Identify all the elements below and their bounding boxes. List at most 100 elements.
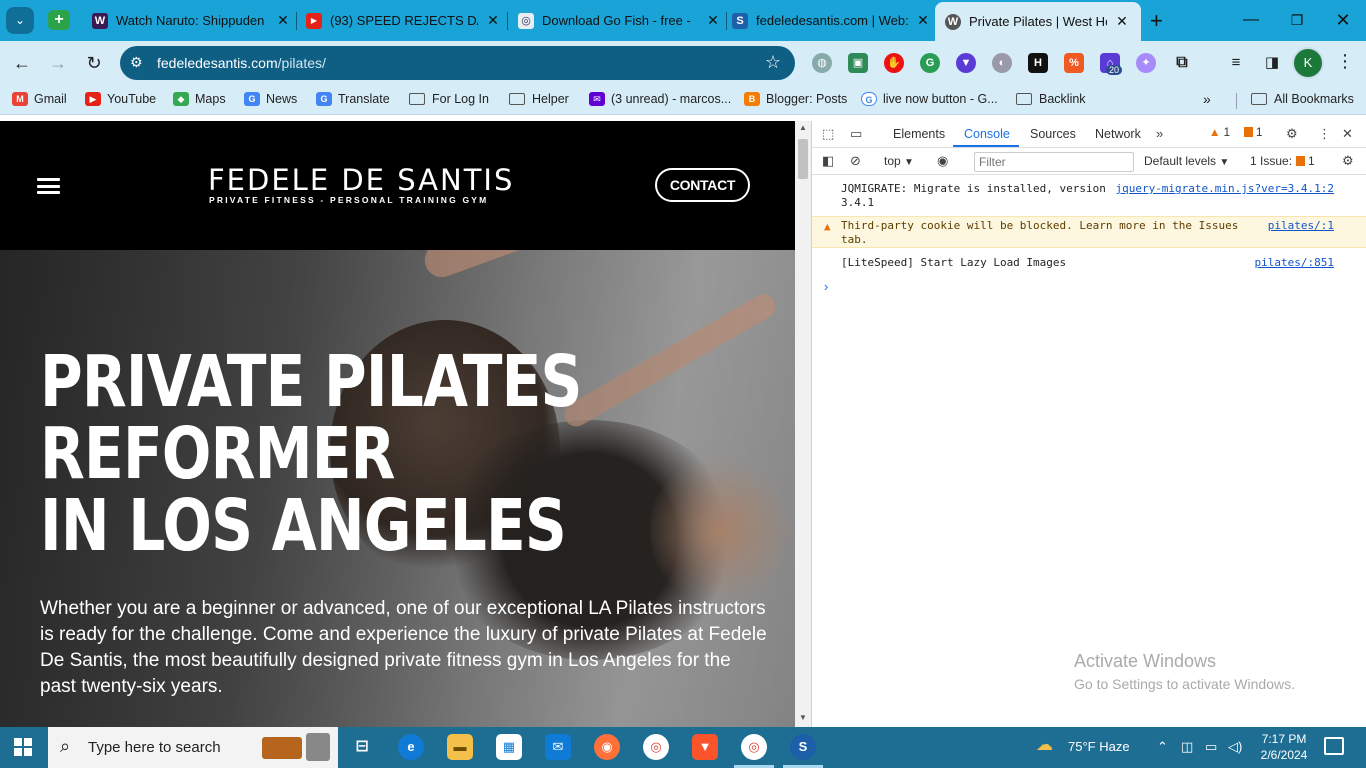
scroll-down-arrow-icon[interactable]: ▼ xyxy=(799,713,807,722)
restore-icon[interactable]: ❐ xyxy=(1274,0,1320,41)
bookmark-star-icon[interactable]: ☆ xyxy=(765,52,781,73)
bookmark-folder-for-log-in[interactable]: For Log In xyxy=(409,92,489,106)
network-icon[interactable]: ▭ xyxy=(1205,739,1217,755)
taskbar-search-box[interactable]: ⌕ Type here to search xyxy=(48,727,338,768)
site-logo-title[interactable]: FEDELE DE SANTIS xyxy=(208,163,514,197)
tab-search-button[interactable]: ⌄ xyxy=(6,7,34,34)
close-devtools-icon[interactable]: ✕ xyxy=(1342,126,1353,142)
puzzle-extensions-icon[interactable]: ⧉ xyxy=(1172,53,1192,73)
mail-icon[interactable]: ✉ xyxy=(545,734,571,760)
device-toolbar-icon[interactable]: ▭ xyxy=(850,126,862,142)
back-arrow-icon[interactable]: ← xyxy=(10,51,34,75)
tab-console[interactable]: Console xyxy=(964,127,1010,141)
bookmark-translate[interactable]: G Translate xyxy=(316,92,390,106)
bookmark-google-search[interactable]: Glive now button - G... xyxy=(861,92,998,106)
all-bookmarks-folder[interactable]: All Bookmarks xyxy=(1251,92,1354,106)
bookmark-gmail[interactable]: M Gmail xyxy=(12,92,67,106)
weather-icon[interactable]: ☁ xyxy=(1036,735,1053,755)
globe-extension-icon[interactable]: ◍ xyxy=(812,53,832,73)
tab-go-fish[interactable]: ◎ Download Go Fish - free - ✕ xyxy=(518,6,722,35)
console-source-link[interactable]: jquery-migrate.min.js?ver=3.4.1:2 xyxy=(1115,182,1334,196)
grammarly-icon[interactable]: G xyxy=(920,53,940,73)
tab-sources[interactable]: Sources xyxy=(1030,127,1076,141)
reload-icon[interactable]: ↻ xyxy=(82,51,106,75)
address-bar[interactable]: ⚙ fedeledesantis.com/pilates/ ☆ xyxy=(120,46,795,80)
bookmark-folder-backlink[interactable]: Backlink xyxy=(1016,92,1086,106)
contact-button[interactable]: CONTACT xyxy=(655,168,750,202)
page-scrollbar[interactable]: ▲ ▼ xyxy=(795,121,811,727)
close-tab-icon[interactable]: ✕ xyxy=(274,12,292,29)
bookmark-blogger[interactable]: B Blogger: Posts xyxy=(744,92,847,106)
extension-icon[interactable]: ◐ xyxy=(992,53,1012,73)
weather-text[interactable]: 75°F Haze xyxy=(1068,739,1130,754)
console-filter-input[interactable] xyxy=(974,152,1134,172)
forward-arrow-icon[interactable]: → xyxy=(46,51,70,75)
log-levels-dropdown[interactable]: Default levels ▼ xyxy=(1144,154,1229,168)
scrollbar-thumb[interactable] xyxy=(798,139,808,179)
console-prompt-chevron-icon[interactable]: › xyxy=(824,279,828,294)
live-expression-eye-icon[interactable]: ◉ xyxy=(937,153,948,169)
tab-youtube[interactable]: ▶ (93) SPEED REJECTS DATE ✕ xyxy=(306,6,502,35)
close-tab-icon[interactable]: ✕ xyxy=(484,12,502,29)
context-selector[interactable]: top ▼ xyxy=(884,154,914,168)
firefox-icon[interactable]: ◉ xyxy=(594,734,620,760)
clear-console-icon[interactable]: ⊘ xyxy=(850,153,861,169)
tab-private-pilates[interactable]: W Private Pilates | West Holly ✕ xyxy=(935,2,1141,41)
file-explorer-icon[interactable]: ▬ xyxy=(447,734,473,760)
bookmark-youtube[interactable]: ▶ YouTube xyxy=(85,92,156,106)
tab-elements[interactable]: Elements xyxy=(893,127,945,141)
console-source-link[interactable]: pilates/:851 xyxy=(1255,256,1334,270)
issues-count-badge[interactable]: 1 xyxy=(1244,127,1262,139)
console-settings-gear-icon[interactable]: ⚙ xyxy=(1342,153,1354,169)
shield-extension-icon[interactable]: ▼ xyxy=(956,53,976,73)
issues-link[interactable]: 1 Issue: 1 xyxy=(1250,154,1315,168)
more-tabs-chevron-icon[interactable]: » xyxy=(1156,126,1163,141)
extension-h-icon[interactable]: H xyxy=(1028,53,1048,73)
skype-icon[interactable]: S xyxy=(790,734,816,760)
close-window-icon[interactable]: ✕ xyxy=(1320,0,1366,41)
browser-menu-icon[interactable]: ⋮ xyxy=(1336,51,1354,72)
devtools-settings-gear-icon[interactable]: ⚙ xyxy=(1286,126,1298,142)
tab-group-icon[interactable]: + xyxy=(48,10,70,30)
tab-fedeledesantis-web[interactable]: S fedeledesantis.com | Web: ✕ xyxy=(732,6,932,35)
bookmark-maps[interactable]: ◆ Maps xyxy=(173,92,226,106)
extension-icon[interactable]: ✦ xyxy=(1136,53,1156,73)
notification-center-icon[interactable] xyxy=(1324,737,1344,755)
bookmark-news[interactable]: G News xyxy=(244,92,297,106)
side-panel-icon[interactable]: ◨ xyxy=(1262,53,1282,73)
more-bookmarks-chevron-icon[interactable]: » xyxy=(1203,91,1211,107)
tab-network[interactable]: Network xyxy=(1095,127,1141,141)
bookmark-folder-helper[interactable]: Helper xyxy=(509,92,569,106)
task-view-icon[interactable]: ⊟ xyxy=(349,734,375,760)
windows-start-icon[interactable] xyxy=(14,738,32,756)
new-tab-button[interactable]: + xyxy=(1150,8,1163,34)
volume-icon[interactable]: ◁) xyxy=(1228,739,1242,755)
adblock-icon[interactable]: ✋ xyxy=(884,53,904,73)
extension-icon[interactable]: ▣ xyxy=(848,53,868,73)
console-source-link[interactable]: pilates/:1 xyxy=(1268,219,1334,233)
close-tab-icon[interactable]: ✕ xyxy=(1113,13,1131,30)
warnings-count-badge[interactable]: ▲ 1 xyxy=(1209,127,1230,139)
media-control-icon[interactable]: ≡ xyxy=(1226,53,1246,73)
scroll-up-arrow-icon[interactable]: ▲ xyxy=(799,123,807,132)
minimize-icon[interactable]: — xyxy=(1228,0,1274,41)
site-info-icon[interactable]: ⚙ xyxy=(130,54,143,71)
bookmark-yahoo-mail[interactable]: ✉ (3 unread) - marcos... xyxy=(589,92,731,106)
taskbar-clock[interactable]: 7:17 PM 2/6/2024 xyxy=(1252,731,1316,763)
store-icon[interactable]: ▦ xyxy=(496,734,522,760)
extension-icon[interactable]: % xyxy=(1064,53,1084,73)
chrome-profile-icon[interactable]: ◎ xyxy=(741,734,767,760)
devtools-menu-icon[interactable]: ⋮ xyxy=(1318,126,1331,142)
profile-avatar[interactable]: K xyxy=(1292,47,1324,79)
edge-icon[interactable]: e xyxy=(398,734,424,760)
inspect-element-icon[interactable]: ⬚ xyxy=(822,126,834,142)
url-text[interactable]: fedeledesantis.com/pilates/ xyxy=(157,55,326,71)
close-tab-icon[interactable]: ✕ xyxy=(914,12,932,29)
close-tab-icon[interactable]: ✕ xyxy=(704,12,722,29)
brave-icon[interactable]: ▼ xyxy=(692,734,718,760)
tab-naruto[interactable]: W Watch Naruto: Shippuden ✕ xyxy=(92,6,292,35)
tray-app-icon[interactable]: ◫ xyxy=(1181,739,1193,755)
tray-chevron-icon[interactable]: ⌃ xyxy=(1157,739,1168,755)
chrome-icon[interactable]: ◎ xyxy=(643,734,669,760)
hamburger-menu-icon[interactable] xyxy=(37,178,60,194)
